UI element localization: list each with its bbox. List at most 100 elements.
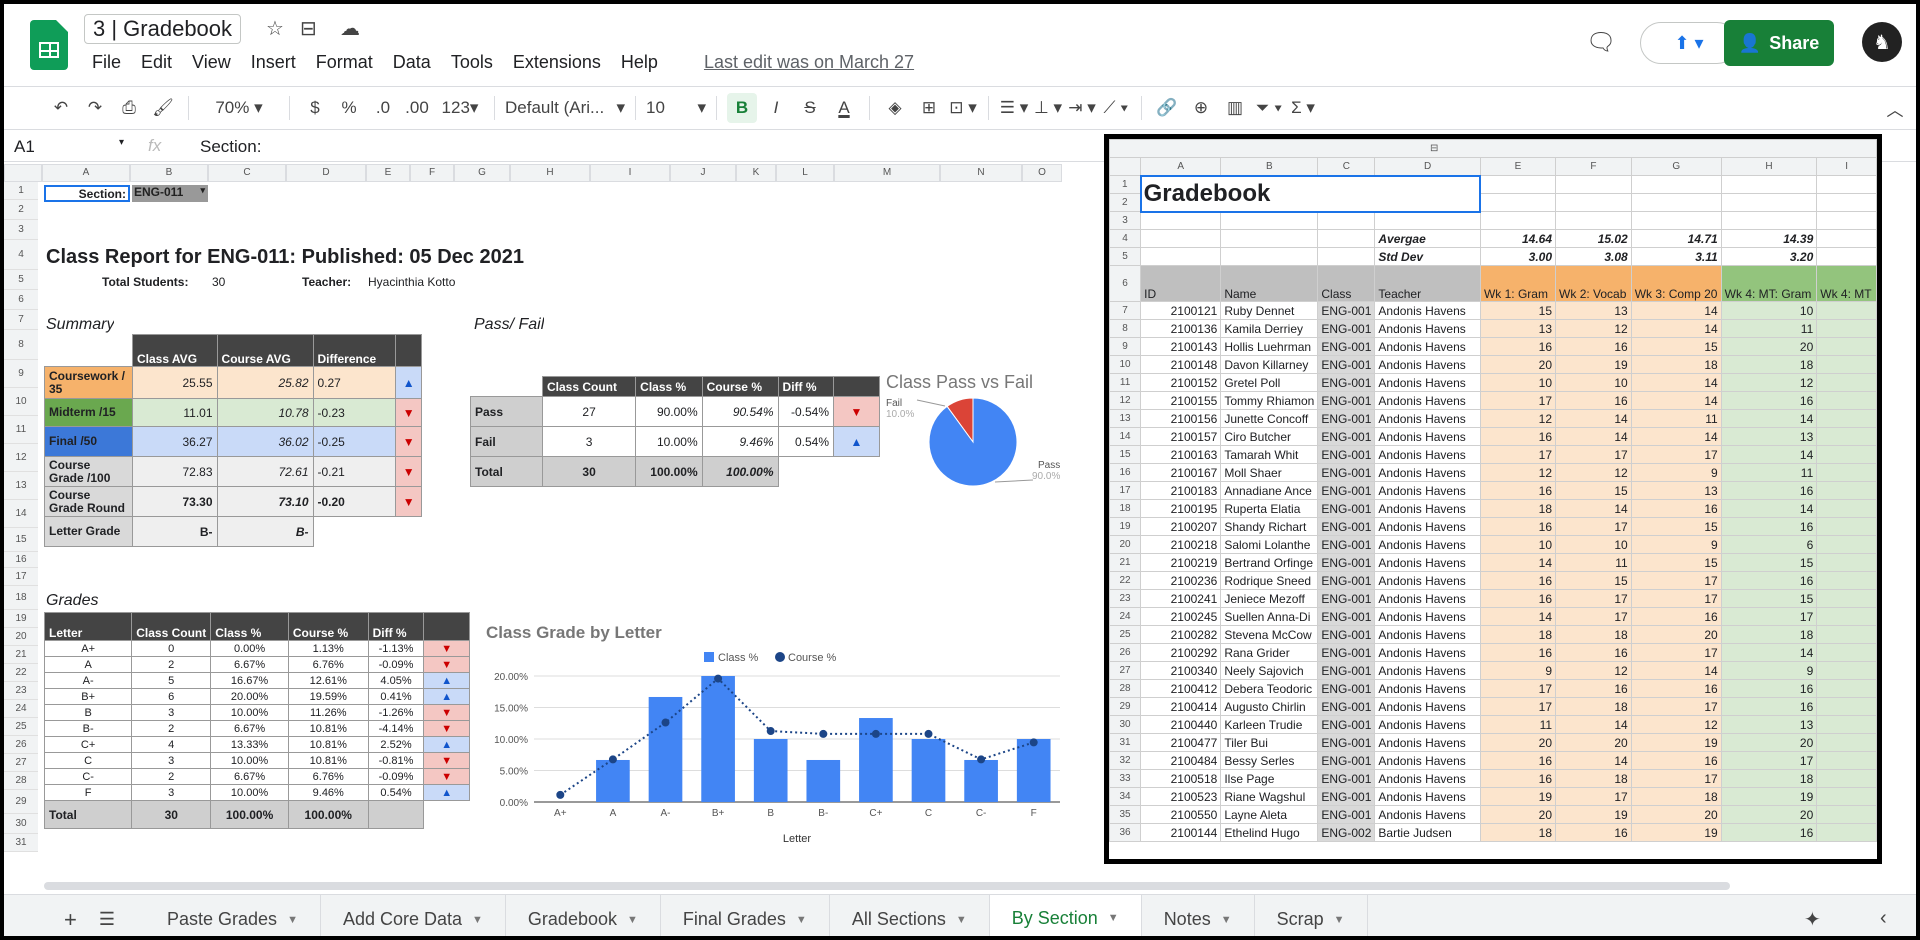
row-header[interactable]: 11 — [4, 416, 38, 444]
row-header[interactable]: 18 — [1109, 499, 1142, 518]
score-cell[interactable] — [1816, 553, 1877, 572]
pass-fail-pie-chart[interactable]: Class Pass vs Fail Fail10.0% Pass90.0% — [878, 366, 1098, 496]
score-cell[interactable]: 17 — [1630, 445, 1722, 464]
student-id[interactable]: 2100414 — [1140, 697, 1222, 716]
menu-tools[interactable]: Tools — [451, 52, 493, 73]
gradebook-header[interactable]: Class — [1317, 265, 1376, 302]
course-point-C+[interactable] — [871, 729, 880, 738]
empty-cell[interactable] — [1630, 193, 1722, 212]
row-header[interactable]: 18 — [4, 586, 38, 610]
score-cell[interactable]: 20 — [1555, 733, 1632, 752]
score-cell[interactable]: 12 — [1555, 463, 1632, 482]
score-cell[interactable]: 20 — [1479, 355, 1557, 374]
stat-value[interactable]: 14.39 — [1720, 229, 1818, 248]
student-id[interactable]: 2100148 — [1140, 355, 1222, 374]
print-icon[interactable]: ⎙ — [114, 93, 144, 123]
student-id[interactable]: 2100163 — [1140, 445, 1222, 464]
score-cell[interactable]: 16 — [1720, 697, 1818, 716]
empty-cell[interactable] — [1317, 247, 1376, 266]
student-teacher[interactable]: Andonis Havens — [1374, 535, 1481, 554]
empty-cell[interactable] — [1630, 211, 1722, 230]
bar-B-[interactable] — [806, 759, 841, 802]
student-teacher[interactable]: Andonis Havens — [1374, 463, 1481, 482]
avatar[interactable]: ♞ — [1862, 22, 1902, 62]
zoom-select[interactable]: 70% ▾ — [199, 93, 279, 123]
row-header[interactable]: 8 — [1109, 319, 1142, 338]
student-id[interactable]: 2100152 — [1140, 373, 1222, 392]
student-teacher[interactable]: Andonis Havens — [1374, 679, 1481, 698]
student-name[interactable]: Junette Concoff — [1220, 409, 1319, 428]
score-cell[interactable]: 17 — [1479, 697, 1557, 716]
score-cell[interactable] — [1816, 697, 1877, 716]
score-cell[interactable]: 12 — [1720, 373, 1818, 392]
student-class[interactable]: ENG-001 — [1317, 625, 1376, 644]
score-cell[interactable]: 16 — [1479, 769, 1557, 788]
score-cell[interactable]: 13 — [1630, 481, 1722, 500]
score-cell[interactable]: 18 — [1720, 355, 1818, 374]
functions-icon[interactable]: Σ ▾ — [1288, 93, 1318, 123]
row-header[interactable]: 2 — [1109, 193, 1142, 212]
course-point-C-[interactable] — [977, 755, 986, 764]
score-cell[interactable]: 19 — [1720, 787, 1818, 806]
score-cell[interactable]: 14 — [1720, 445, 1818, 464]
column-header[interactable]: I — [590, 164, 670, 182]
student-id[interactable]: 2100144 — [1140, 823, 1222, 842]
score-cell[interactable]: 18 — [1479, 823, 1557, 842]
score-cell[interactable]: 16 — [1555, 643, 1632, 662]
row-header[interactable]: 12 — [1109, 391, 1142, 410]
tab-paste-grades[interactable]: Paste Grades ▼ — [145, 894, 321, 936]
score-cell[interactable]: 9 — [1630, 535, 1722, 554]
score-cell[interactable]: 14 — [1630, 301, 1722, 320]
student-name[interactable]: Gretel Poll — [1220, 373, 1319, 392]
score-cell[interactable]: 17 — [1630, 571, 1722, 590]
row-header[interactable]: 22 — [1109, 571, 1142, 590]
score-cell[interactable] — [1816, 769, 1877, 788]
score-cell[interactable] — [1816, 589, 1877, 608]
score-cell[interactable] — [1816, 445, 1877, 464]
currency-button[interactable]: $ — [300, 93, 330, 123]
italic-button[interactable]: I — [761, 93, 791, 123]
student-class[interactable]: ENG-001 — [1317, 337, 1376, 356]
bar-B+[interactable] — [701, 676, 735, 802]
student-class[interactable]: ENG-001 — [1317, 517, 1376, 536]
insert-link-icon[interactable]: 🔗 — [1152, 93, 1182, 123]
student-name[interactable]: Rodrique Sneed — [1220, 571, 1319, 590]
score-cell[interactable]: 17 — [1630, 697, 1722, 716]
stat-value[interactable]: 3.00 — [1479, 247, 1557, 266]
panel-column-letter[interactable]: F — [1555, 157, 1632, 176]
gradebook-header[interactable]: Teacher — [1374, 265, 1481, 302]
stat-value[interactable]: 3.08 — [1555, 247, 1632, 266]
score-cell[interactable]: 16 — [1555, 823, 1632, 842]
score-cell[interactable]: 14 — [1720, 499, 1818, 518]
student-class[interactable]: ENG-001 — [1317, 751, 1376, 770]
student-teacher[interactable]: Andonis Havens — [1374, 301, 1481, 320]
empty-cell[interactable] — [1555, 211, 1632, 230]
font-size-select[interactable]: 10 ▾ — [646, 93, 706, 123]
row-header[interactable]: 17 — [1109, 481, 1142, 500]
student-name[interactable]: Annadiane Ance — [1220, 481, 1319, 500]
row-header[interactable]: 9 — [1109, 337, 1142, 356]
score-cell[interactable]: 16 — [1630, 607, 1722, 626]
score-cell[interactable]: 16 — [1630, 751, 1722, 770]
student-id[interactable]: 2100121 — [1140, 301, 1222, 320]
score-cell[interactable]: 16 — [1555, 679, 1632, 698]
student-class[interactable]: ENG-001 — [1317, 499, 1376, 518]
row-header[interactable]: 10 — [1109, 355, 1142, 374]
student-class[interactable]: ENG-001 — [1317, 553, 1376, 572]
row-header[interactable]: 16 — [4, 552, 38, 568]
score-cell[interactable]: 17 — [1555, 607, 1632, 626]
student-name[interactable]: Debera Teodoric — [1220, 679, 1319, 698]
empty-cell[interactable] — [1220, 211, 1319, 230]
bold-button[interactable]: B — [727, 93, 757, 123]
column-header[interactable]: C — [208, 164, 286, 182]
student-class[interactable]: ENG-001 — [1317, 571, 1376, 590]
gradebook-header[interactable]: Name — [1220, 265, 1319, 302]
empty-cell[interactable] — [1140, 247, 1222, 266]
student-class[interactable]: ENG-001 — [1317, 769, 1376, 788]
row-header[interactable]: 6 — [4, 290, 38, 310]
horizontal-scrollbar[interactable] — [44, 882, 1730, 890]
score-cell[interactable] — [1816, 571, 1877, 590]
menu-edit[interactable]: Edit — [141, 52, 172, 73]
row-header[interactable]: 1 — [4, 182, 38, 200]
row-header[interactable]: 26 — [1109, 643, 1142, 662]
